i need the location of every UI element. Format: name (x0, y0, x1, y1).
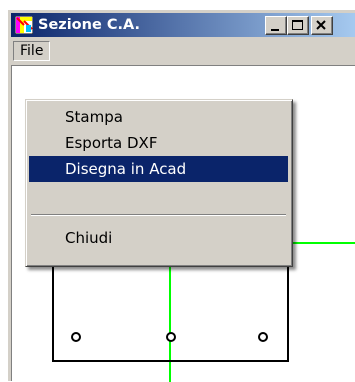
menu-item-chiudi[interactable]: Chiudi (29, 225, 288, 251)
minimize-button[interactable] (265, 16, 287, 35)
menu-file[interactable]: File (13, 41, 51, 61)
menu-item-disegna-in-acad[interactable]: Disegna in Acad (29, 156, 288, 182)
menu-item-stampa[interactable]: Stampa (29, 104, 288, 130)
rebar-circle (166, 332, 176, 342)
app-window: Sezione C.A. File Stampa Esporta DXF Dis… (7, 9, 355, 382)
minimize-icon (271, 29, 279, 31)
menu-item-esporta-dxf[interactable]: Esporta DXF (29, 130, 288, 156)
rebar-circle (258, 332, 268, 342)
menu-bar: File (11, 39, 355, 62)
menu-separator (31, 214, 286, 216)
rebar-circle (71, 332, 81, 342)
app-icon[interactable] (15, 16, 33, 34)
window-title: Sezione C.A. (38, 17, 141, 33)
close-button[interactable] (311, 16, 333, 35)
maximize-icon (292, 20, 303, 30)
file-dropdown-menu: Stampa Esporta DXF Disegna in Acad Chiud… (25, 99, 293, 267)
title-bar[interactable]: Sezione C.A. (11, 13, 355, 37)
close-icon (316, 20, 326, 30)
maximize-button[interactable] (287, 16, 309, 35)
